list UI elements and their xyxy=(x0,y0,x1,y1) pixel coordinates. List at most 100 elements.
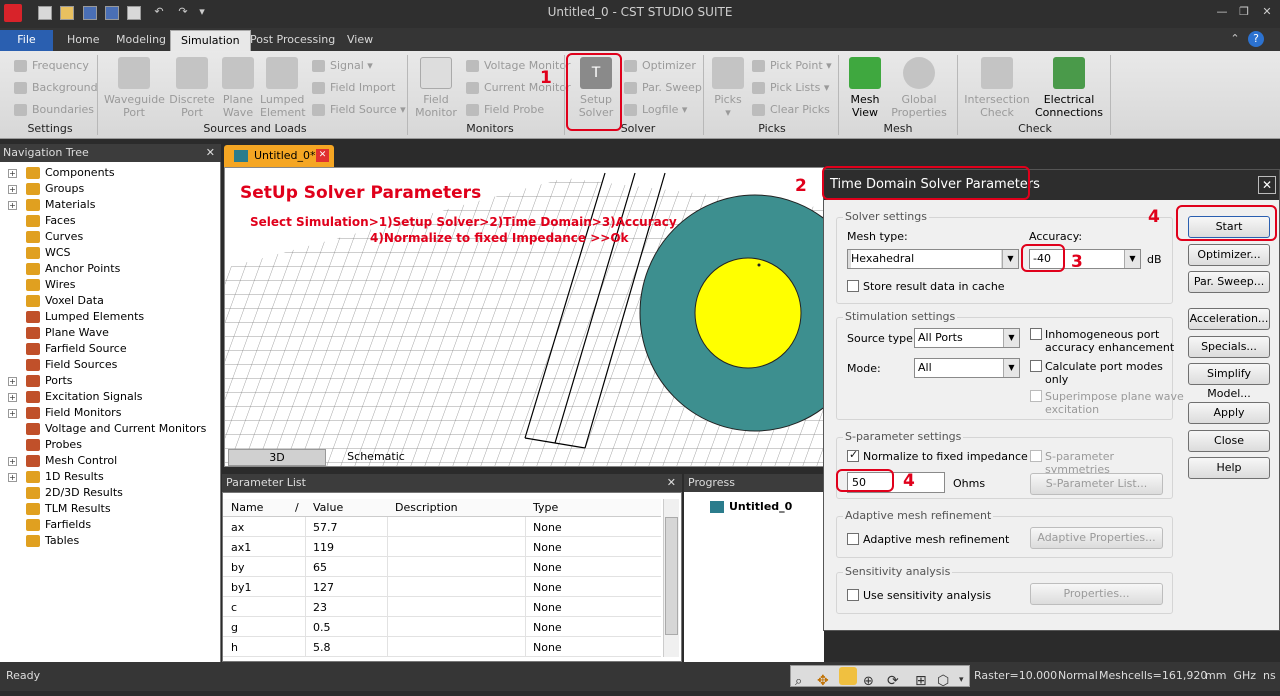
table-row[interactable]: ax1 119 None xyxy=(223,537,661,557)
adaptive-mesh-checkbox[interactable] xyxy=(847,533,859,545)
close-button[interactable]: Close xyxy=(1188,430,1270,452)
table-row[interactable]: by 65 None xyxy=(223,557,661,577)
boundaries-button[interactable]: Boundaries xyxy=(14,101,94,119)
mode-select[interactable]: All ▼ xyxy=(914,358,1020,378)
current-monitor-button[interactable]: Current Monitor xyxy=(466,79,571,97)
rotate-icon[interactable] xyxy=(839,667,857,685)
waveguide-port-button[interactable]: Waveguide Port xyxy=(104,57,165,119)
calc-port-modes-checkbox[interactable] xyxy=(1030,360,1042,372)
inhomogeneous-checkbox[interactable] xyxy=(1030,328,1042,340)
plane-wave-button[interactable]: Plane Wave xyxy=(218,57,258,119)
group-label-picks: Picks xyxy=(758,122,786,135)
par-sweep-dialog-button[interactable]: Par. Sweep... xyxy=(1188,271,1270,293)
sensitivity-checkbox[interactable] xyxy=(847,589,859,601)
mesh-view-button[interactable]: Mesh View xyxy=(846,57,884,119)
store-result-checkbox[interactable] xyxy=(847,280,859,292)
source-type-select[interactable]: All Ports ▼ xyxy=(914,328,1020,348)
folder-icon xyxy=(26,247,40,259)
close-dialog-icon[interactable]: ✕ xyxy=(1258,176,1276,194)
simplify-model-button[interactable]: Simplify Model... xyxy=(1188,363,1270,400)
close-icon[interactable]: ✕ xyxy=(667,474,676,492)
optimizer-dialog-button[interactable]: Optimizer... xyxy=(1188,244,1270,266)
field-monitor-button[interactable]: Field Monitor xyxy=(414,57,458,119)
superimpose-checkbox[interactable] xyxy=(1030,390,1042,402)
column-header-name[interactable]: Name xyxy=(231,501,263,514)
s-parameter-list-button[interactable]: S-Parameter List... xyxy=(1030,473,1163,495)
close-icon[interactable]: ✕ xyxy=(206,144,215,162)
maximize-icon[interactable]: ❐ xyxy=(1237,6,1251,18)
tab-home[interactable]: Home xyxy=(57,30,109,51)
collapse-ribbon-icon[interactable]: ⌃ xyxy=(1228,33,1242,45)
frequency-button[interactable]: Frequency xyxy=(14,57,89,75)
table-row[interactable]: c 23 None xyxy=(223,597,661,617)
clear-picks-button[interactable]: Clear Picks xyxy=(752,101,830,119)
mesh-type-select[interactable]: Hexahedral ▼ xyxy=(847,249,1019,269)
expand-icon[interactable]: + xyxy=(8,457,17,466)
normalize-impedance-checkbox[interactable] xyxy=(847,448,859,462)
tab-file[interactable]: File xyxy=(0,30,53,51)
document-tab[interactable]: Untitled_0* ✕ xyxy=(224,145,334,167)
group-label-settings: Settings xyxy=(27,122,73,135)
acceleration-button[interactable]: Acceleration... xyxy=(1188,308,1270,330)
background-button[interactable]: Background xyxy=(14,79,98,97)
expand-icon[interactable]: + xyxy=(8,473,17,482)
logfile-button[interactable]: Logfile ▾ xyxy=(624,101,687,119)
chevron-down-icon[interactable]: ▾ xyxy=(959,666,964,694)
global-properties-button[interactable]: Global Properties xyxy=(888,57,950,119)
close-window-icon[interactable]: ✕ xyxy=(1260,6,1274,18)
field-import-icon xyxy=(312,82,325,94)
grid-scene xyxy=(225,172,823,466)
signal-button[interactable]: Signal ▾ xyxy=(312,57,373,75)
field-import-button[interactable]: Field Import xyxy=(312,79,395,97)
help-icon[interactable]: ? xyxy=(1248,31,1264,47)
zoom-icon[interactable]: ⌕ xyxy=(795,668,802,696)
progress-item[interactable]: Untitled_0 xyxy=(729,500,792,513)
field-probe-button[interactable]: Field Probe xyxy=(466,101,544,119)
picks-button[interactable]: Picks ▾ xyxy=(710,57,746,119)
lumped-element-button[interactable]: Lumped Element xyxy=(260,57,306,119)
3d-viewport[interactable]: SetUp Solver Parameters Select Simulatio… xyxy=(224,167,824,467)
view-tab-schematic[interactable]: Schematic xyxy=(330,449,422,466)
patch-circle xyxy=(694,257,802,369)
column-header-type[interactable]: Type xyxy=(533,501,558,514)
zoom-in-icon[interactable]: ⊕ xyxy=(863,668,874,696)
folder-icon xyxy=(26,423,40,435)
tab-view[interactable]: View xyxy=(337,30,383,51)
close-tab-icon[interactable]: ✕ xyxy=(316,149,329,162)
column-header-value[interactable]: Value xyxy=(313,501,343,514)
electrical-connections-button[interactable]: Electrical Connections xyxy=(1034,57,1104,119)
table-row[interactable]: by1 127 None xyxy=(223,577,661,597)
table-row[interactable]: g 0.5 None xyxy=(223,617,661,637)
intersection-check-button[interactable]: Intersection Check xyxy=(964,57,1030,119)
s-parameter-symmetries-checkbox[interactable] xyxy=(1030,450,1042,462)
discrete-port-button[interactable]: Discrete Port xyxy=(168,57,216,119)
tab-post-processing[interactable]: Post Processing xyxy=(240,30,345,51)
expand-icon[interactable]: + xyxy=(8,409,17,418)
expand-icon[interactable]: + xyxy=(8,201,17,210)
scrollbar[interactable] xyxy=(663,499,679,657)
expand-icon[interactable]: + xyxy=(8,185,17,194)
table-row[interactable]: h 5.8 None xyxy=(223,637,661,657)
help-button[interactable]: Help xyxy=(1188,457,1270,479)
pick-point-button[interactable]: Pick Point ▾ xyxy=(752,57,832,75)
minimize-icon[interactable]: — xyxy=(1215,6,1229,18)
expand-icon[interactable]: + xyxy=(8,169,17,178)
tab-modeling[interactable]: Modeling xyxy=(106,30,176,51)
expand-icon[interactable]: + xyxy=(8,377,17,386)
pick-lists-button[interactable]: Pick Lists ▾ xyxy=(752,79,829,97)
folder-icon xyxy=(26,183,40,195)
specials-button[interactable]: Specials... xyxy=(1188,336,1270,358)
view-tab-3d[interactable]: 3D xyxy=(228,449,326,466)
expand-icon[interactable]: + xyxy=(8,393,17,402)
table-row[interactable]: ax 57.7 None xyxy=(223,517,661,537)
field-source-button[interactable]: Field Source ▾ xyxy=(312,101,406,119)
tree-item-label: Farfields xyxy=(45,518,92,531)
column-header-description[interactable]: Description xyxy=(395,501,458,514)
sensitivity-properties-button[interactable]: Properties... xyxy=(1030,583,1163,605)
par-sweep-button[interactable]: Par. Sweep xyxy=(624,79,702,97)
optimizer-button[interactable]: Optimizer xyxy=(624,57,696,75)
apply-button[interactable]: Apply xyxy=(1188,402,1270,424)
voltage-monitor-button[interactable]: Voltage Monitor xyxy=(466,57,571,75)
tab-simulation[interactable]: Simulation xyxy=(170,30,251,51)
adaptive-properties-button[interactable]: Adaptive Properties... xyxy=(1030,527,1163,549)
